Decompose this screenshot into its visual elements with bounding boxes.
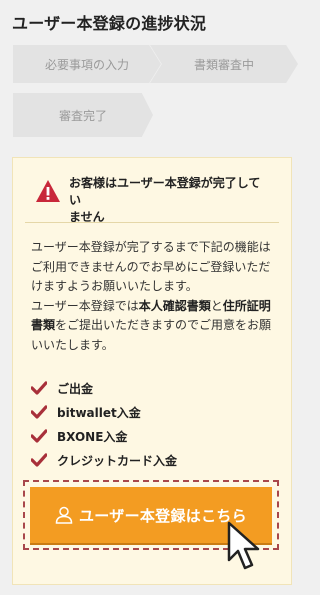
notice-body: ユーザー本登録が完了するまで下記の機能はご利用できませんのでお早めにご登録いただ… [31, 238, 279, 355]
id-document-text: 本人確認書類 [138, 298, 211, 313]
divider [25, 222, 279, 223]
progress-step-review: 書類審査中 [150, 45, 298, 83]
mouse-pointer-icon [227, 521, 260, 570]
check-icon [31, 381, 47, 395]
list-item: BXONE入金 [31, 424, 177, 448]
page-title: ユーザー本登録の進捗状況 [12, 14, 207, 33]
progress-step-label: 審査完了 [58, 108, 107, 123]
alert-message-line1: お客様はユーザー本登録が完了してい [69, 176, 261, 207]
user-icon [55, 506, 73, 524]
feature-label: BXONE入金 [57, 429, 128, 444]
progress-step-label: 書類審査中 [193, 57, 254, 72]
progress-step-complete: 審査完了 [13, 93, 153, 137]
list-item: bitwallet入金 [31, 400, 177, 424]
alert-message: お客様はユーザー本登録が完了してい ません [69, 175, 269, 226]
check-icon [31, 453, 47, 467]
notice-paragraph-2: ユーザー本登録では本人確認書類と住所証明書類をご提出いただきますのでご用意をお願… [31, 297, 279, 356]
registration-notice-card: お客様はユーザー本登録が完了してい ません ユーザー本登録が完了するまで下記の機… [12, 157, 292, 585]
para2-mid: と [210, 298, 223, 313]
list-item: ご出金 [31, 376, 177, 400]
warning-triangle-icon [36, 180, 60, 202]
check-icon [31, 405, 47, 419]
register-now-label: ユーザー本登録はこちら [78, 507, 247, 525]
para2-suffix: をご提出いただきますのでご用意をお願いいたします。 [31, 318, 272, 352]
list-item: クレジットカード入金 [31, 448, 177, 472]
feature-label: クレジットカード入金 [57, 453, 178, 468]
progress-step-input: 必要事項の入力 [13, 45, 161, 83]
progress-step-label: 必要事項の入力 [44, 57, 129, 72]
notice-paragraph-1: ユーザー本登録が完了するまで下記の機能はご利用できませんのでお早めにご登録いただ… [31, 240, 271, 293]
para2-prefix: ユーザー本登録では [31, 298, 139, 313]
alert-row: お客様はユーザー本登録が完了してい ません [35, 175, 277, 226]
check-icon [31, 429, 47, 443]
restricted-features-list: ご出金 bitwallet入金 BXONE入金 クレジットカード入金 [31, 376, 177, 472]
feature-label: ご出金 [57, 381, 94, 396]
feature-label: bitwallet入金 [57, 405, 141, 420]
